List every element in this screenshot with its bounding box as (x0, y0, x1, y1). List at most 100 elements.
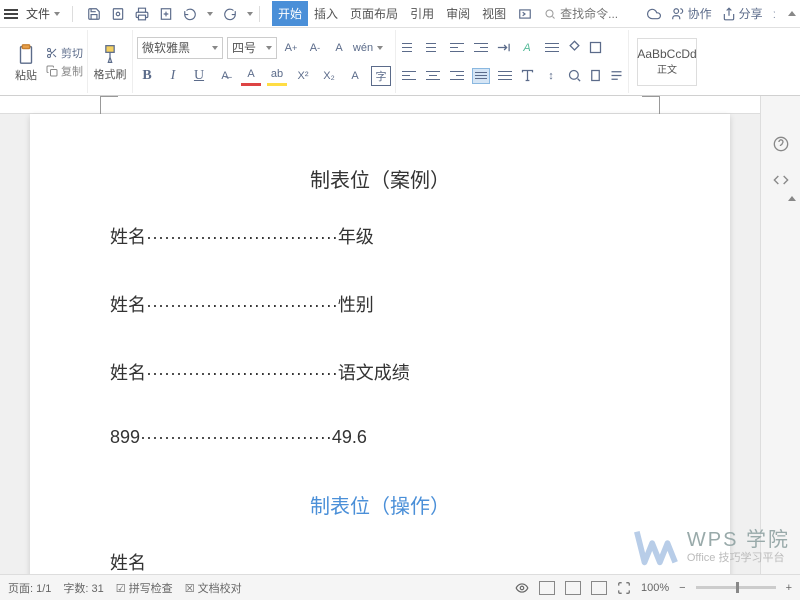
command-search[interactable] (544, 7, 630, 21)
doc-line-4: 899································49.6 (110, 427, 650, 448)
zoom-slider[interactable] (696, 586, 776, 589)
outdent-button[interactable] (448, 40, 466, 56)
document-page[interactable]: 制表位（案例） 姓名······························… (30, 114, 730, 574)
align-right-button[interactable] (448, 68, 466, 84)
search-input[interactable] (560, 7, 630, 21)
scroll-up-icon[interactable] (788, 196, 796, 201)
zoom-level[interactable]: 100% (641, 582, 669, 594)
paragraph-settings-button[interactable] (609, 68, 624, 83)
grow-font-button[interactable]: A+ (281, 38, 301, 58)
find-button[interactable] (567, 68, 582, 83)
align-justify-button[interactable] (472, 68, 490, 84)
style-normal[interactable]: AaBbCcDd 正文 (637, 38, 697, 86)
change-case-button[interactable]: A (329, 38, 349, 58)
superscript-button[interactable]: X² (293, 66, 313, 86)
chevron-down-icon (54, 12, 60, 16)
redo-icon[interactable] (223, 7, 237, 21)
borders-button[interactable] (588, 40, 603, 55)
cloud-icon[interactable] (647, 7, 661, 21)
tab-insert[interactable]: 插入 (308, 1, 344, 26)
doc-line-5: 姓名 (110, 549, 650, 574)
italic-button[interactable]: I (163, 66, 183, 86)
font-name-select[interactable]: 微软雅黑 (137, 37, 223, 59)
document-viewport[interactable]: 制表位（案例） 姓名······························… (0, 96, 760, 574)
margin-marker-left (100, 96, 118, 114)
status-words[interactable]: 字数: 31 (63, 580, 103, 596)
view-outline[interactable] (565, 581, 581, 595)
tab-start[interactable]: 开始 (272, 1, 308, 26)
code-icon[interactable] (773, 172, 789, 188)
undo-dropdown[interactable] (207, 12, 213, 16)
brush-icon (100, 42, 120, 66)
indent-button[interactable] (472, 40, 490, 56)
qat-customize[interactable] (247, 12, 253, 16)
text-direction-button[interactable] (520, 68, 535, 83)
scissors-icon (46, 47, 58, 59)
tab-stop-button[interactable] (496, 40, 511, 55)
doc-line-2: 姓名································性别 (110, 291, 650, 317)
fullscreen-icon[interactable] (617, 581, 631, 595)
separator (72, 6, 73, 22)
cut-button[interactable]: 剪切 (46, 45, 83, 61)
reading-mode-icon[interactable] (515, 581, 529, 595)
status-spell[interactable]: ☑ 拼写检查 (116, 580, 173, 596)
tab-view[interactable]: 视图 (476, 1, 512, 26)
copy-icon (46, 65, 58, 77)
collapse-ribbon-icon[interactable] (788, 11, 796, 16)
clipboard-icon (15, 41, 37, 67)
share-icon (722, 7, 736, 21)
users-icon (671, 7, 685, 21)
search-icon (544, 8, 556, 20)
print-icon[interactable] (135, 7, 149, 21)
doc-line-3: 姓名································语文成绩 (110, 359, 650, 385)
zoom-in-button[interactable]: + (786, 582, 792, 594)
tab-overflow-icon[interactable] (518, 7, 532, 21)
export-icon[interactable] (159, 7, 173, 21)
font-dropdown[interactable] (377, 46, 383, 50)
underline-button[interactable]: U (189, 66, 209, 86)
save-icon[interactable] (87, 7, 101, 21)
copy-button[interactable]: 复制 (46, 63, 83, 79)
status-page[interactable]: 页面: 1/1 (8, 580, 51, 596)
hamburger-icon[interactable] (4, 9, 18, 19)
share-button[interactable]: 分享 (722, 5, 763, 22)
shading-button[interactable] (567, 40, 582, 55)
status-proof[interactable]: ☒ 文档校对 (185, 580, 242, 596)
paste-button[interactable]: 粘贴 (8, 30, 44, 93)
font-size-select[interactable]: 四号 (227, 37, 277, 59)
shrink-font-button[interactable]: A- (305, 38, 325, 58)
doc-line-1: 姓名································年级 (110, 223, 650, 249)
view-print-layout[interactable] (539, 581, 555, 595)
subscript-button[interactable]: X₂ (319, 66, 339, 86)
file-menu[interactable]: 文件 (20, 3, 66, 24)
horizontal-ruler[interactable] (0, 96, 760, 114)
bullets-button[interactable] (400, 40, 418, 56)
format-painter-button[interactable]: 格式刷 (92, 42, 128, 82)
phonetic-button[interactable]: wén (353, 38, 373, 58)
more-icon[interactable]: ː (773, 7, 778, 21)
paragraph-spacing-button[interactable]: ↕ (541, 66, 561, 86)
numbering-button[interactable] (424, 40, 442, 56)
help-icon[interactable] (773, 136, 789, 152)
font-color-button[interactable]: A (241, 66, 261, 86)
text-effects-button[interactable]: A (517, 38, 537, 58)
align-center-button[interactable] (424, 68, 442, 84)
strikethrough-button[interactable]: A̶ (215, 66, 235, 86)
character-border-button[interactable]: 字 (371, 66, 391, 86)
line-spacing-button[interactable] (543, 40, 561, 56)
tab-layout[interactable]: 页面布局 (344, 1, 404, 26)
undo-icon[interactable] (183, 7, 197, 21)
tab-ref[interactable]: 引用 (404, 1, 440, 26)
clear-format-button[interactable]: A (345, 66, 365, 86)
view-web[interactable] (591, 581, 607, 595)
tab-review[interactable]: 审阅 (440, 1, 476, 26)
zoom-out-button[interactable]: − (679, 582, 685, 594)
align-left-button[interactable] (400, 68, 418, 84)
bold-button[interactable]: B (137, 66, 157, 86)
doc-heading-1: 制表位（案例） (110, 164, 650, 193)
print-preview-icon[interactable] (111, 7, 125, 21)
select-button[interactable] (588, 68, 603, 83)
highlight-button[interactable]: ab (267, 66, 287, 86)
collab-button[interactable]: 协作 (671, 5, 712, 22)
align-distribute-button[interactable] (496, 68, 514, 84)
